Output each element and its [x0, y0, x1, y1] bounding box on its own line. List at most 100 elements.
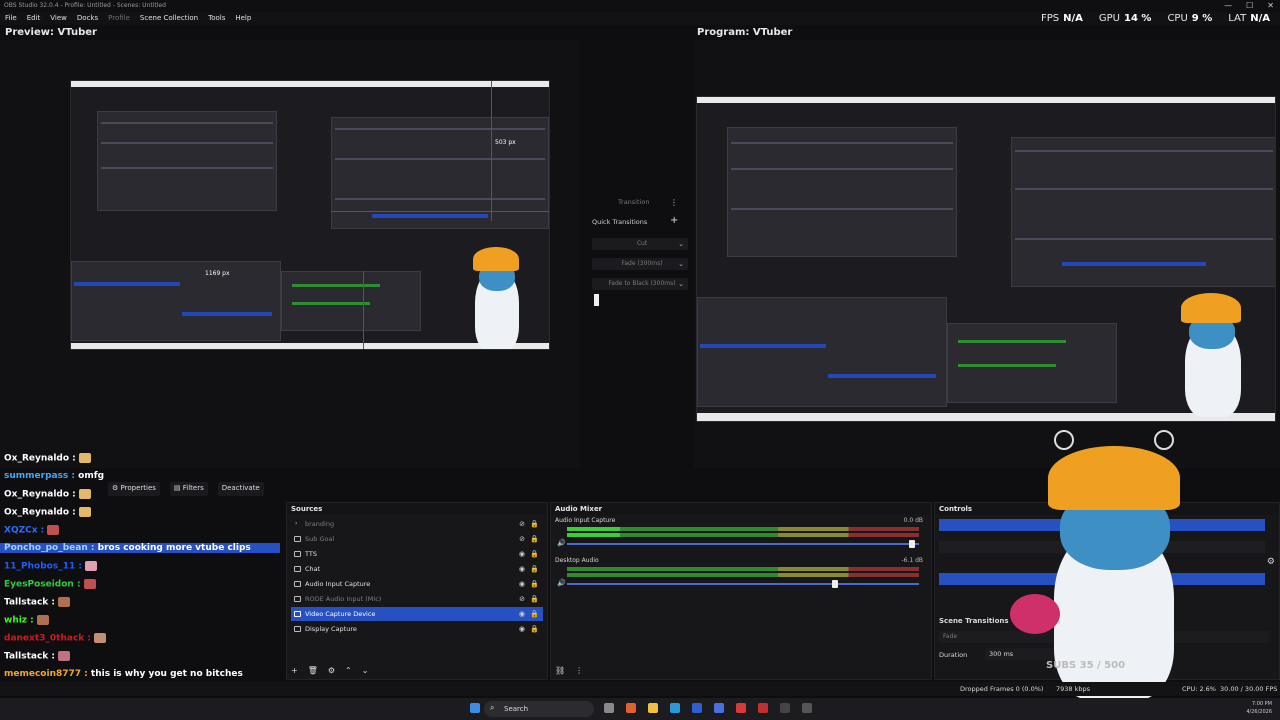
meter-level — [567, 527, 620, 531]
sources-dock: Sources › branding ⊘ 🔒 Sub Goal ⊘ 🔒 TTS ◉ 🔒 Cha… — [286, 502, 548, 680]
edge-icon[interactable] — [670, 703, 680, 713]
chat-message: danext3_0thack : — [4, 633, 106, 644]
quick-transition-fade[interactable]: Fade (300ms) ⌄ — [592, 258, 688, 270]
gpu-stat: GPU 14 % — [1098, 13, 1152, 24]
gear-icon[interactable]: ⚙ — [328, 666, 335, 675]
source-item-tts[interactable]: TTS ◉ 🔒 — [291, 547, 543, 561]
link-icon[interactable]: ⛓ — [555, 666, 565, 675]
chat-message: 11_Phobos_11 : — [4, 561, 97, 572]
app-icon-2[interactable] — [780, 703, 790, 713]
move-up-icon[interactable]: ⌃ — [345, 666, 352, 675]
slider-knob[interactable] — [831, 580, 838, 588]
chevron-down-icon: ⌄ — [678, 240, 684, 248]
task-view-icon[interactable] — [604, 703, 614, 713]
menu-scene-collection[interactable]: Scene Collection — [140, 12, 198, 25]
meter-level — [567, 533, 620, 537]
microphone-icon — [294, 596, 301, 602]
source-item-chat[interactable]: Chat ◉ 🔒 — [291, 562, 543, 576]
emote-icon — [58, 651, 71, 661]
menu-docks[interactable]: Docks — [77, 12, 98, 25]
source-item-rode-mic[interactable]: RODE Audio Input (Mic) ⊘ 🔒 — [291, 592, 543, 606]
chrome-icon[interactable] — [736, 703, 746, 713]
maximize-button[interactable]: ☐ — [1246, 0, 1253, 12]
store-icon[interactable] — [692, 703, 702, 713]
lock-icon: 🔒 — [530, 610, 539, 618]
avatar-hard-hat — [1048, 446, 1180, 510]
emote-icon — [84, 561, 97, 571]
source-item-audio-input[interactable]: Audio Input Capture ◉ 🔒 — [291, 577, 543, 591]
gear-icon[interactable]: ⚙ — [1267, 557, 1275, 567]
lock-icon: 🔒 — [530, 565, 539, 573]
eye-icon: ◉ — [518, 610, 525, 618]
source-item-video-capture[interactable]: Video Capture Device ◉ 🔒 — [291, 607, 543, 621]
add-source-icon[interactable]: + — [291, 666, 298, 675]
mini-menubar — [71, 81, 549, 87]
move-down-icon[interactable]: ⌄ — [362, 666, 369, 675]
speaker-icon[interactable]: 🔊 — [557, 579, 566, 587]
eye-icon: ◉ — [518, 580, 525, 588]
source-item-sub-goal[interactable]: Sub Goal ⊘ 🔒 — [291, 532, 543, 546]
source-item-display-capture[interactable]: Display Capture ◉ 🔒 — [291, 622, 543, 636]
taskbar-search[interactable]: Search — [484, 701, 594, 717]
quick-transition-fade-black[interactable]: Fade to Black (300ms) ⌄ — [592, 278, 688, 290]
nested-mixer — [281, 271, 421, 331]
menu-help[interactable]: Help — [235, 12, 251, 25]
eye-hidden-icon: ⊘ — [519, 535, 525, 543]
guide-line-vertical — [491, 81, 492, 221]
trash-icon[interactable]: 🗑 — [308, 666, 318, 675]
close-button[interactable]: ✕ — [1267, 0, 1274, 12]
menu-tools[interactable]: Tools — [208, 12, 225, 25]
measure-label-left: 1169 px — [205, 270, 230, 277]
menu-file[interactable]: File — [5, 12, 17, 25]
volume-meter — [567, 533, 919, 537]
menu-view[interactable]: View — [50, 12, 67, 25]
obs-icon[interactable] — [758, 703, 768, 713]
minimize-button[interactable]: — — [1224, 0, 1232, 12]
quick-transition-cut[interactable]: Cut ⌄ — [592, 238, 688, 250]
menu-profile[interactable]: Profile — [108, 12, 130, 25]
windows-start-icon[interactable] — [470, 703, 480, 713]
volume-meter — [567, 573, 919, 577]
sub-goal-counter: SUBS 35 / 500 — [1046, 660, 1126, 671]
chat-message-highlighted: Poncho_po_bean : bros cooking more vtube… — [0, 543, 280, 553]
volume-slider[interactable] — [567, 540, 919, 548]
menu-dots-icon[interactable]: ⋮ — [575, 666, 583, 675]
eye-icon: ◉ — [518, 625, 525, 633]
app-icon-3[interactable] — [802, 703, 812, 713]
guide-line-horizontal — [331, 211, 549, 212]
emote-icon — [83, 579, 96, 589]
preview-canvas[interactable]: 503 px 1169 px — [0, 40, 580, 468]
file-explorer-icon[interactable] — [648, 703, 658, 713]
volume-slider[interactable] — [567, 580, 919, 588]
system-tray-clock[interactable]: 7:00 PM 4/26/2026 — [1246, 700, 1272, 716]
slider-knob[interactable] — [908, 540, 915, 548]
program-title: Program: VTuber — [697, 27, 793, 38]
chat-message: EyesPoseidon : — [4, 579, 96, 590]
avatar-hat-straw — [1054, 430, 1074, 450]
chat-message: Ox_Reynaldo : — [4, 507, 91, 518]
browser-icon[interactable] — [626, 703, 636, 713]
chat-message: XQZCx : — [4, 525, 60, 536]
vtuber-mascot-preview — [461, 241, 531, 349]
nested-preview — [97, 111, 277, 211]
chevron-down-icon: ⌄ — [678, 280, 684, 288]
emote-icon — [58, 597, 71, 607]
mixer-track-audio-input: Audio Input Capture 0.0 dB 🔊 — [555, 517, 923, 548]
chat-message: memecoin8777 : this is why you get no bi… — [4, 669, 243, 679]
eye-hidden-icon: ⊘ — [519, 520, 525, 528]
microphone-icon — [294, 581, 301, 587]
menu-edit[interactable]: Edit — [27, 12, 41, 25]
app-icon[interactable] — [714, 703, 724, 713]
volume-meter — [567, 567, 919, 571]
speaker-icon[interactable]: 🔊 — [557, 539, 566, 547]
add-quick-transition-icon[interactable]: + — [670, 215, 678, 226]
window-title-bar: OBS Studio 32.0.4 - Profile: Untitled - … — [0, 0, 1280, 12]
nested-program — [1011, 137, 1275, 287]
eye-icon: ◉ — [518, 550, 525, 558]
transition-menu-icon[interactable]: ⋮ — [670, 198, 678, 207]
scene-transitions-title: Scene Transitions — [939, 617, 1009, 625]
source-item-branding[interactable]: › branding ⊘ 🔒 — [291, 517, 543, 531]
t-bar-slider[interactable] — [594, 294, 599, 306]
sources-title: Sources — [287, 503, 547, 515]
emote-icon — [36, 615, 49, 625]
